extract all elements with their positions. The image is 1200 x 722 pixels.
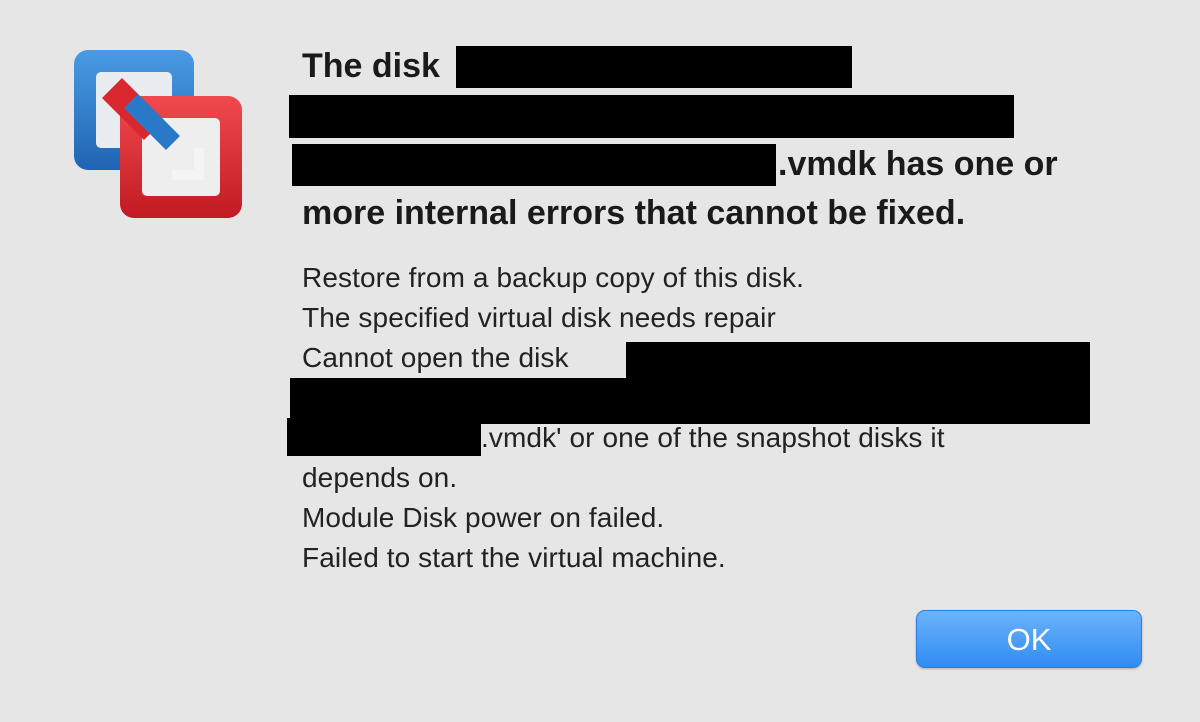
message-line-3: Cannot open the disk [302, 342, 569, 373]
dialog-title-prefix: The disk [302, 47, 440, 85]
message-line-6: depends on. [302, 462, 458, 493]
redacted-block [292, 144, 776, 186]
dialog-title-line4: more internal errors that cannot be fixe… [302, 189, 965, 238]
vmware-fusion-icon [74, 50, 242, 218]
redacted-block [456, 46, 852, 88]
message-line-2: The specified virtual disk needs repair [302, 302, 776, 333]
message-line-5: .vmdk' or one of the snapshot disks it [481, 422, 945, 453]
dialog-title-main: more internal errors that cannot be fixe… [302, 194, 966, 232]
message-line-7: Module Disk power on failed. [302, 502, 665, 533]
ok-button[interactable]: OK [916, 610, 1142, 668]
message-line-1: Restore from a backup copy of this disk. [302, 262, 804, 293]
redacted-block [289, 95, 1014, 138]
dialog-title-suffix: .vmdk has one or [778, 145, 1058, 183]
message-line-8: Failed to start the virtual machine. [302, 542, 726, 573]
dialog-title-line1: The disk [302, 42, 440, 91]
dialog-title-line3: .vmdk has one or [778, 140, 1058, 189]
redacted-block [626, 342, 1090, 380]
redacted-block [287, 418, 481, 456]
error-dialog: The disk .vmdk has one or more internal … [0, 0, 1200, 722]
